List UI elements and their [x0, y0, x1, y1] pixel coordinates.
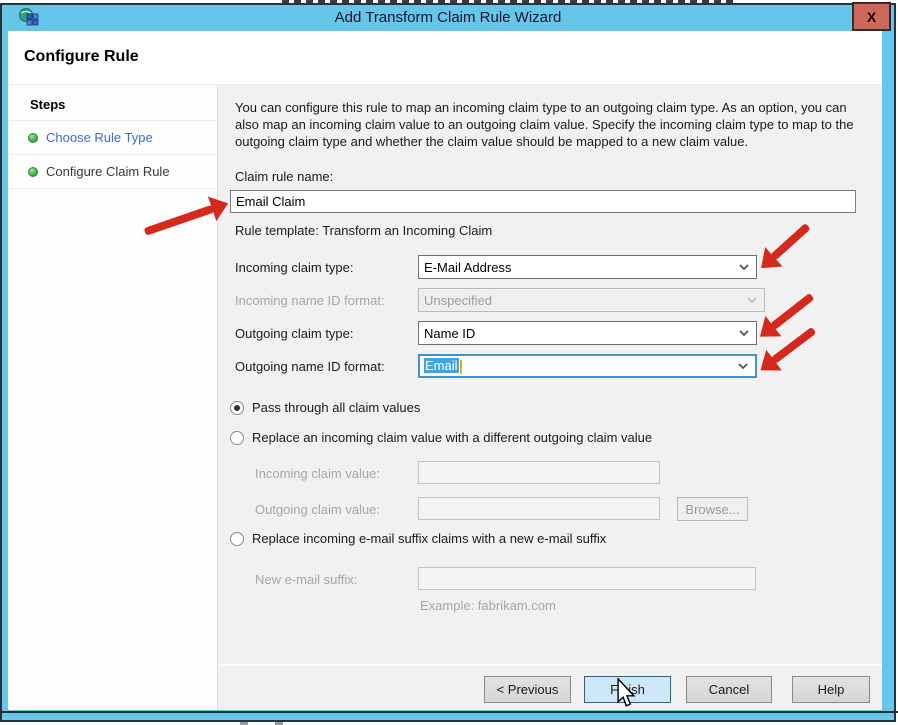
- chevron-down-icon: [740, 297, 764, 303]
- outgoing-name-id-format-value: Email: [424, 358, 459, 373]
- claim-rule-name-label: Claim rule name:: [235, 169, 333, 184]
- suffix-example-text: Example: fabrikam.com: [420, 598, 556, 613]
- incoming-claim-type-value: E-Mail Address: [424, 260, 732, 275]
- pass-through-label: Pass through all claim values: [252, 400, 420, 415]
- chevron-down-icon: [732, 330, 756, 336]
- incoming-name-id-format-select: Unspecified: [418, 288, 765, 312]
- incoming-name-id-format-label: Incoming name ID format:: [235, 293, 385, 308]
- outgoing-claim-type-label: Outgoing claim type:: [235, 326, 354, 341]
- radio-unselected-icon[interactable]: [230, 532, 244, 546]
- pass-through-radio[interactable]: Pass through all claim values: [230, 400, 420, 415]
- radio-unselected-icon[interactable]: [230, 431, 244, 445]
- replace-suffix-label: Replace incoming e-mail suffix claims wi…: [252, 531, 606, 546]
- incoming-claim-value-input: [418, 461, 660, 484]
- outgoing-name-id-format-select[interactable]: Email: [418, 354, 757, 378]
- rule-template-text: Rule template: Transform an Incoming Cla…: [235, 223, 492, 238]
- chevron-down-icon: [731, 363, 755, 369]
- replace-value-label: Replace an incoming claim value with a d…: [252, 430, 652, 445]
- incoming-claim-type-label: Incoming claim type:: [235, 260, 354, 275]
- incoming-claim-type-select[interactable]: E-Mail Address: [418, 255, 757, 279]
- outgoing-claim-value-label: Outgoing claim value:: [255, 502, 380, 517]
- replace-value-radio[interactable]: Replace an incoming claim value with a d…: [230, 430, 652, 445]
- window-title: Add Transform Claim Rule Wizard: [2, 9, 894, 26]
- sidebar-item-choose-rule-type[interactable]: Choose Rule Type: [8, 121, 217, 155]
- incoming-name-id-format-value: Unspecified: [424, 293, 740, 308]
- outgoing-name-id-format-label: Outgoing name ID format:: [235, 359, 385, 374]
- steps-heading: Steps: [8, 85, 217, 121]
- step-complete-icon: [28, 133, 38, 143]
- close-button[interactable]: X: [852, 2, 891, 31]
- page-title: Configure Rule: [24, 48, 139, 66]
- claim-rule-name-input[interactable]: [230, 190, 856, 213]
- finish-button[interactable]: Finish: [584, 676, 671, 703]
- wizard-window: Add Transform Claim Rule Wizard Configur…: [0, 3, 896, 722]
- radio-selected-icon[interactable]: [230, 401, 244, 415]
- outgoing-claim-type-select[interactable]: Name ID: [418, 321, 757, 345]
- chevron-down-icon: [732, 264, 756, 270]
- dialog-body: Configure Rule Steps Choose Rule Type Co…: [8, 31, 882, 710]
- cancel-button[interactable]: Cancel: [686, 676, 772, 703]
- rule-description: You can configure this rule to map an in…: [235, 99, 859, 150]
- replace-suffix-radio[interactable]: Replace incoming e-mail suffix claims wi…: [230, 531, 606, 546]
- page-header-band: Configure Rule: [8, 31, 882, 84]
- footer-separator: [218, 664, 882, 666]
- new-email-suffix-label: New e-mail suffix:: [255, 572, 357, 587]
- incoming-claim-value-label: Incoming claim value:: [255, 466, 380, 481]
- window-bottom-border: [0, 711, 898, 713]
- steps-sidebar: Steps Choose Rule Type Configure Claim R…: [8, 84, 218, 710]
- wizard-content: You can configure this rule to map an in…: [218, 84, 882, 710]
- text-caret: [460, 360, 462, 374]
- sidebar-item-configure-claim-rule[interactable]: Configure Claim Rule: [8, 155, 217, 189]
- step-complete-icon: [28, 167, 38, 177]
- outgoing-claim-value-input: [418, 497, 660, 520]
- outgoing-claim-type-value: Name ID: [424, 326, 732, 341]
- titlebar[interactable]: Add Transform Claim Rule Wizard: [2, 5, 894, 31]
- step-label: Choose Rule Type: [46, 130, 153, 145]
- screenshot-root: Add Transform Claim Rule Wizard Configur…: [0, 0, 898, 725]
- previous-button[interactable]: < Previous: [484, 676, 571, 703]
- new-email-suffix-input: [418, 567, 756, 590]
- help-button[interactable]: Help: [792, 676, 870, 703]
- browse-button: Browse...: [677, 497, 748, 521]
- step-label: Configure Claim Rule: [46, 164, 170, 179]
